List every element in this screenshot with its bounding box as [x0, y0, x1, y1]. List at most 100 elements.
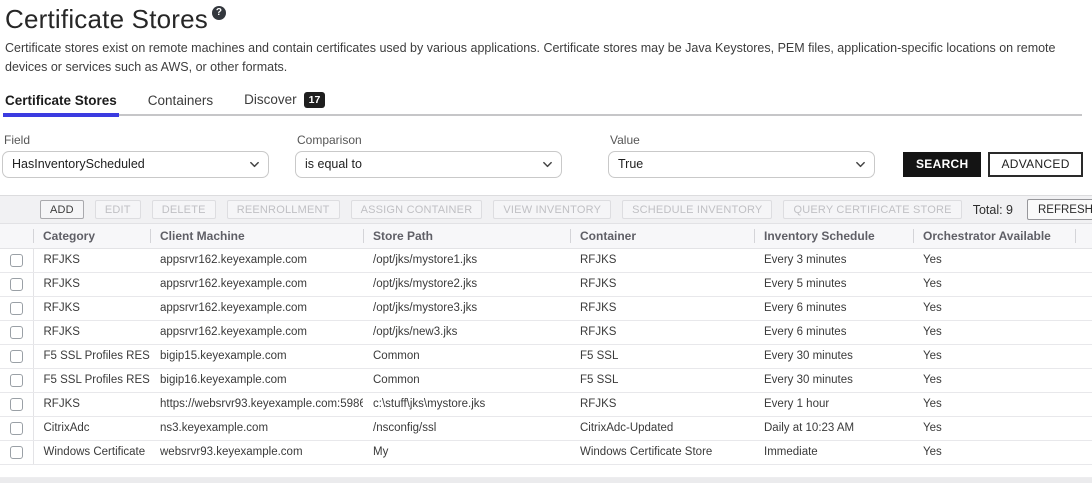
edit-button[interactable]: EDIT [95, 200, 141, 219]
row-checkbox[interactable] [10, 302, 23, 315]
cell: Windows Certificate [33, 440, 150, 464]
tab-containers[interactable]: Containers [148, 93, 213, 116]
column-header-container[interactable]: Container [570, 224, 754, 248]
cell: websrvr93.keyexample.com [150, 440, 363, 464]
cell: F5 SSL Profiles REST [33, 368, 150, 392]
tab-discover[interactable]: Discover17 [244, 92, 325, 116]
cell: /opt/jks/mystore2.jks [363, 272, 570, 296]
field-label: Field [4, 133, 269, 147]
total-count: Total: 9 [973, 203, 1013, 217]
table-row[interactable]: F5 SSL Profiles RESTbigip16.keyexample.c… [0, 368, 1092, 392]
field-group: Field HasInventoryScheduled [2, 133, 269, 178]
table-row[interactable]: Windows Certificatewebsrvr93.keyexample.… [0, 440, 1092, 464]
tab-label: Discover [244, 92, 297, 107]
cell: /opt/jks/mystore3.jks [363, 296, 570, 320]
row-checkbox[interactable] [10, 278, 23, 291]
comparison-select[interactable]: is equal to [295, 151, 562, 178]
assign-container-button[interactable]: ASSIGN CONTAINER [351, 200, 483, 219]
query-certificate-store-button[interactable]: QUERY CERTIFICATE STORE [783, 200, 961, 219]
cell: F5 SSL Profiles REST [33, 344, 150, 368]
cell: Yes [913, 296, 1075, 320]
tab-label: Certificate Stores [5, 93, 117, 108]
filler-cell [1075, 416, 1092, 440]
row-checkbox[interactable] [10, 350, 23, 363]
filler-cell [1075, 248, 1092, 272]
cell: RFJKS [570, 392, 754, 416]
horizontal-scrollbar[interactable] [0, 478, 1092, 483]
cell: My [363, 440, 570, 464]
advanced-button[interactable]: ADVANCED [988, 152, 1082, 177]
table-row[interactable]: RFJKShttps://websrvr93.keyexample.com:59… [0, 392, 1092, 416]
filler-cell [1075, 296, 1092, 320]
value-group: Value True [608, 133, 875, 178]
filler-cell [1075, 344, 1092, 368]
row-checkbox[interactable] [10, 254, 23, 267]
row-checkbox[interactable] [10, 446, 23, 459]
cell: bigip16.keyexample.com [150, 368, 363, 392]
column-header-category[interactable]: Category [33, 224, 150, 248]
certificate-stores-table: CategoryClient MachineStore PathContaine… [0, 224, 1092, 465]
cell: Yes [913, 368, 1075, 392]
page-title: Certificate Stores? [5, 4, 1086, 35]
cell: Yes [913, 440, 1075, 464]
cell: Every 6 minutes [754, 320, 913, 344]
cell: Windows Certificate Store [570, 440, 754, 464]
filler-cell [1075, 440, 1092, 464]
value-select[interactable]: True [608, 151, 875, 178]
column-header-inventory-schedule[interactable]: Inventory Schedule [754, 224, 913, 248]
help-icon[interactable]: ? [212, 6, 226, 20]
table-row[interactable]: RFJKSappsrvr162.keyexample.com/opt/jks/n… [0, 320, 1092, 344]
reenrollment-button[interactable]: REENROLLMENT [227, 200, 340, 219]
cell: Yes [913, 344, 1075, 368]
cell: Yes [913, 416, 1075, 440]
cell: appsrvr162.keyexample.com [150, 248, 363, 272]
cell: Every 6 minutes [754, 296, 913, 320]
column-header-store-path[interactable]: Store Path [363, 224, 570, 248]
page-header: Certificate Stores? Certificate stores e… [0, 0, 1092, 78]
value-label: Value [610, 133, 875, 147]
field-select[interactable]: HasInventoryScheduled [2, 151, 269, 178]
table-footer [0, 465, 1092, 478]
filler-cell [1075, 392, 1092, 416]
row-checkbox[interactable] [10, 398, 23, 411]
search-button[interactable]: SEARCH [903, 152, 981, 177]
table-row[interactable]: RFJKSappsrvr162.keyexample.com/opt/jks/m… [0, 272, 1092, 296]
cell: RFJKS [570, 320, 754, 344]
delete-button[interactable]: DELETE [152, 200, 216, 219]
cell: appsrvr162.keyexample.com [150, 296, 363, 320]
cell: F5 SSL [570, 344, 754, 368]
cell: Immediate [754, 440, 913, 464]
cell: appsrvr162.keyexample.com [150, 320, 363, 344]
cell: RFJKS [570, 272, 754, 296]
table-row[interactable]: RFJKSappsrvr162.keyexample.com/opt/jks/m… [0, 248, 1092, 272]
cell: Every 30 minutes [754, 344, 913, 368]
table-row[interactable]: F5 SSL Profiles RESTbigip15.keyexample.c… [0, 344, 1092, 368]
table-header-row: CategoryClient MachineStore PathContaine… [0, 224, 1092, 248]
cell: c:\stuff\jks\mystore.jks [363, 392, 570, 416]
filler-cell [1075, 368, 1092, 392]
filler-cell [1075, 272, 1092, 296]
cell: Every 3 minutes [754, 248, 913, 272]
table-row[interactable]: CitrixAdcns3.keyexample.com/nsconfig/ssl… [0, 416, 1092, 440]
page-description: Certificate stores exist on remote machi… [5, 39, 1080, 78]
column-header-client-machine[interactable]: Client Machine [150, 224, 363, 248]
add-button[interactable]: ADD [40, 200, 84, 219]
cell: Every 5 minutes [754, 272, 913, 296]
cell: Common [363, 368, 570, 392]
view-inventory-button[interactable]: VIEW INVENTORY [493, 200, 611, 219]
row-checkbox[interactable] [10, 374, 23, 387]
cell: Every 1 hour [754, 392, 913, 416]
cell: ns3.keyexample.com [150, 416, 363, 440]
column-header-orchestrator-available[interactable]: Orchestrator Available [913, 224, 1075, 248]
row-checkbox[interactable] [10, 326, 23, 339]
cell: RFJKS [33, 392, 150, 416]
filler-header [1075, 224, 1092, 248]
tab-label: Containers [148, 93, 213, 108]
row-checkbox[interactable] [10, 422, 23, 435]
comparison-label: Comparison [297, 133, 562, 147]
table-row[interactable]: RFJKSappsrvr162.keyexample.com/opt/jks/m… [0, 296, 1092, 320]
select-all-header [0, 224, 33, 248]
tab-certificate-stores[interactable]: Certificate Stores [5, 93, 117, 116]
schedule-inventory-button[interactable]: SCHEDULE INVENTORY [622, 200, 772, 219]
refresh-button[interactable]: REFRESH [1027, 199, 1092, 220]
